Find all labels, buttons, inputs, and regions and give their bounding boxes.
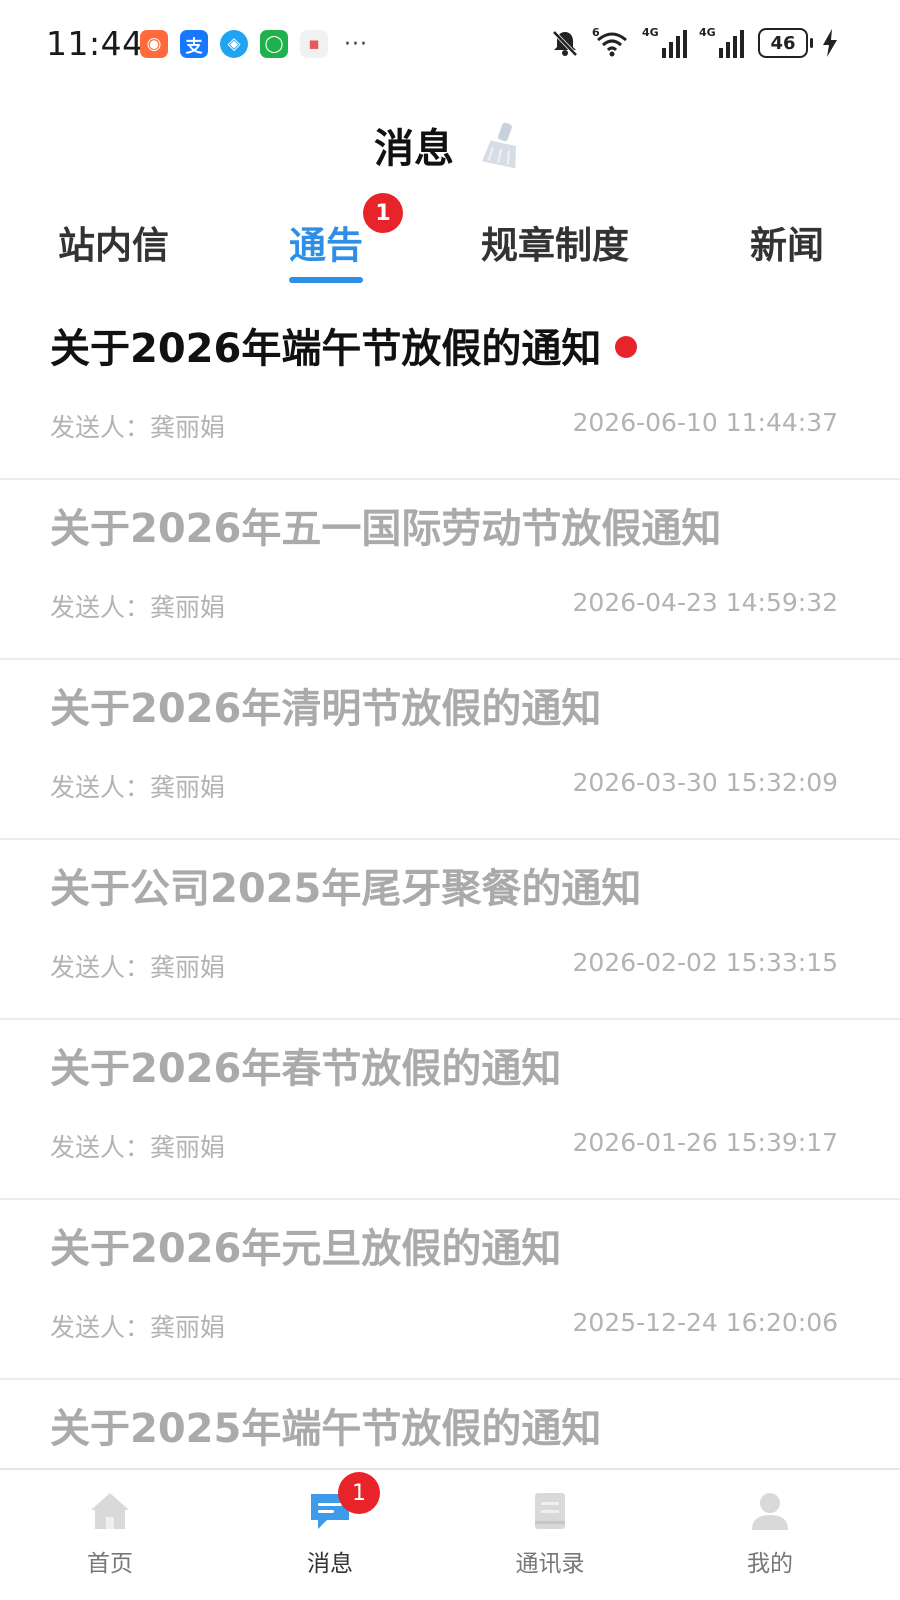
contacts-icon: [535, 1493, 565, 1529]
page-header: 消息: [0, 110, 900, 180]
alipay-icon: 支: [180, 30, 208, 58]
more-notifications-icon: ···: [344, 31, 368, 57]
mail-app-icon: ▪: [300, 30, 328, 58]
nav-profile[interactable]: 我的: [710, 1488, 830, 1578]
nav-home-label: 首页: [87, 1551, 133, 1577]
bottom-nav: 首页 1 消息 通讯录 我的: [0, 1468, 900, 1600]
notice-title: 关于2026年五一国际劳动节放假通知: [50, 506, 722, 552]
notice-title: 关于2026年端午节放假的通知: [50, 316, 638, 374]
nav-messages[interactable]: 1 消息: [270, 1472, 390, 1578]
tab-notices[interactable]: 通告 1: [289, 193, 403, 283]
notice-title: 关于2025年端午节放假的通知: [50, 1406, 602, 1452]
notice-sender: 发送人：龚丽娟: [50, 593, 226, 622]
notice-title: 关于2026年春节放假的通知: [50, 1046, 562, 1092]
notice-sender: 发送人：龚丽娟: [50, 773, 226, 802]
nav-profile-label: 我的: [747, 1551, 793, 1577]
notice-item[interactable]: 关于2026年五一国际劳动节放假通知 发送人：龚丽娟 2026-04-23 14…: [0, 480, 900, 660]
status-indicators: 6 4G 4G 46: [550, 26, 838, 58]
profile-icon: [752, 1493, 788, 1530]
home-icon: [91, 1493, 129, 1529]
notice-item[interactable]: 关于2026年清明节放假的通知 发送人：龚丽娟 2026-03-30 15:32…: [0, 660, 900, 840]
wifi-icon: 6: [592, 26, 630, 58]
notice-list: 关于2026年端午节放假的通知 发送人：龚丽娟 2026-06-10 11:44…: [0, 300, 900, 1558]
notice-title: 关于公司2025年尾牙聚餐的通知: [50, 866, 642, 912]
notice-time: 2026-06-10 11:44:37: [572, 408, 838, 437]
nav-messages-label: 消息: [307, 1551, 353, 1577]
battery-icon: 46: [758, 28, 813, 58]
notice-time: 2025-12-24 16:20:06: [572, 1308, 838, 1337]
tab-notices-badge: 1: [363, 193, 403, 233]
page-title: 消息: [374, 126, 454, 172]
chat-icon: ◯: [260, 30, 288, 58]
nav-contacts[interactable]: 通讯录: [490, 1488, 610, 1578]
notice-title: 关于2026年元旦放假的通知: [50, 1226, 562, 1272]
browser-icon: ◈: [220, 30, 248, 58]
notice-item[interactable]: 关于公司2025年尾牙聚餐的通知 发送人：龚丽娟 2026-02-02 15:3…: [0, 840, 900, 1020]
tab-inbox[interactable]: 站内信: [58, 215, 169, 269]
notice-item[interactable]: 关于2026年春节放假的通知 发送人：龚丽娟 2026-01-26 15:39:…: [0, 1020, 900, 1200]
notice-sender: 发送人：龚丽娟: [50, 413, 226, 442]
notice-sender: 发送人：龚丽娟: [50, 1133, 226, 1162]
notice-time: 2026-04-23 14:59:32: [572, 588, 838, 617]
notice-item[interactable]: 关于2026年端午节放假的通知 发送人：龚丽娟 2026-06-10 11:44…: [0, 300, 900, 480]
status-bar: 11:44 ◉ 支 ◈ ◯ ▪ ··· 6 4G 4G 46: [0, 0, 900, 90]
category-tabs: 站内信 通告 1 规章制度 新闻: [0, 193, 900, 285]
notice-item[interactable]: 关于2026年元旦放假的通知 发送人：龚丽娟 2025-12-24 16:20:…: [0, 1200, 900, 1380]
clear-broom-icon[interactable]: [474, 119, 526, 171]
status-app-icons: ◉ 支 ◈ ◯ ▪ ···: [140, 30, 368, 58]
cell-signal-icon: 4G: [642, 26, 687, 58]
unread-dot-icon: [615, 336, 638, 358]
charging-bolt-icon: [823, 29, 837, 57]
tab-regulations[interactable]: 规章制度: [481, 215, 629, 269]
notice-sender: 发送人：龚丽娟: [50, 953, 226, 982]
nav-home[interactable]: 首页: [50, 1488, 170, 1578]
status-time: 11:44: [46, 24, 144, 63]
notice-sender: 发送人：龚丽娟: [50, 1313, 226, 1342]
mute-bell-icon: [552, 30, 578, 57]
notice-time: 2026-02-02 15:33:15: [572, 948, 838, 977]
notice-time: 2026-03-30 15:32:09: [572, 768, 838, 797]
app-mascot-icon: ◉: [140, 30, 168, 58]
tab-news[interactable]: 新闻: [750, 215, 824, 269]
cell-signal-2-icon: 4G: [699, 26, 744, 58]
active-tab-indicator: [289, 277, 363, 283]
notice-time: 2026-01-26 15:39:17: [572, 1128, 838, 1157]
nav-contacts-label: 通讯录: [515, 1551, 585, 1577]
notice-title: 关于2026年清明节放假的通知: [50, 686, 602, 732]
nav-messages-badge: 1: [338, 1472, 380, 1514]
